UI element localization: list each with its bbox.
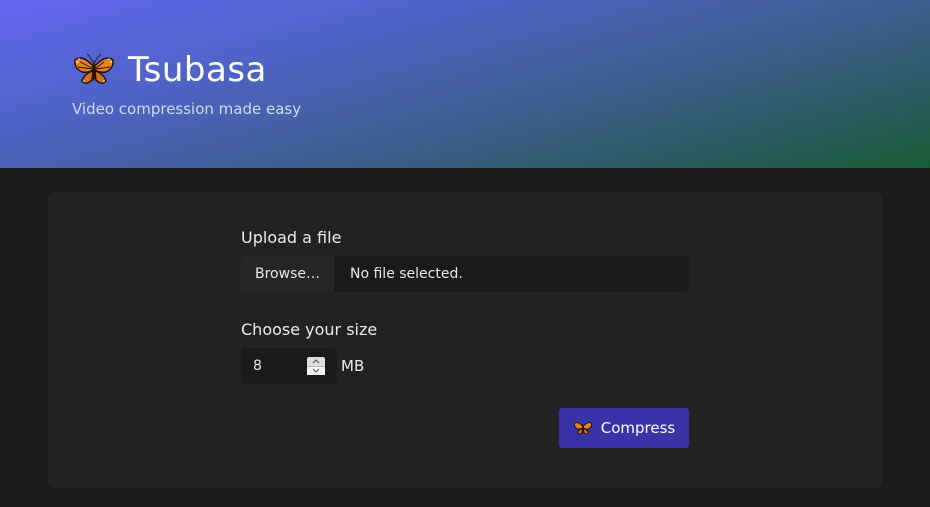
size-unit: MB — [341, 357, 365, 375]
upload-label: Upload a file — [241, 228, 342, 247]
chevron-down-icon — [312, 368, 320, 374]
compress-label: Compress — [600, 419, 676, 437]
compression-form: Upload a file Browse… No file selected. … — [48, 192, 882, 488]
size-stepper[interactable] — [307, 357, 325, 375]
app-tagline: Video compression made easy — [72, 100, 302, 118]
size-value: 8 — [253, 358, 262, 374]
stepper-up-button[interactable] — [307, 357, 325, 366]
size-label: Choose your size — [241, 320, 378, 339]
butterfly-icon — [74, 53, 114, 84]
file-status: No file selected. — [350, 266, 463, 282]
brand: Tsubasa — [72, 48, 267, 92]
file-input[interactable]: Browse… No file selected. — [241, 256, 689, 292]
stepper-down-button[interactable] — [307, 365, 325, 375]
butterfly-icon — [573, 422, 592, 435]
app-title: Tsubasa — [128, 50, 267, 90]
size-input[interactable]: 8 — [241, 348, 337, 384]
header-banner: Tsubasa Video compression made easy — [0, 0, 930, 168]
chevron-up-icon — [312, 358, 320, 364]
compress-button[interactable]: Compress — [559, 408, 689, 448]
browse-button[interactable]: Browse… — [241, 256, 334, 292]
